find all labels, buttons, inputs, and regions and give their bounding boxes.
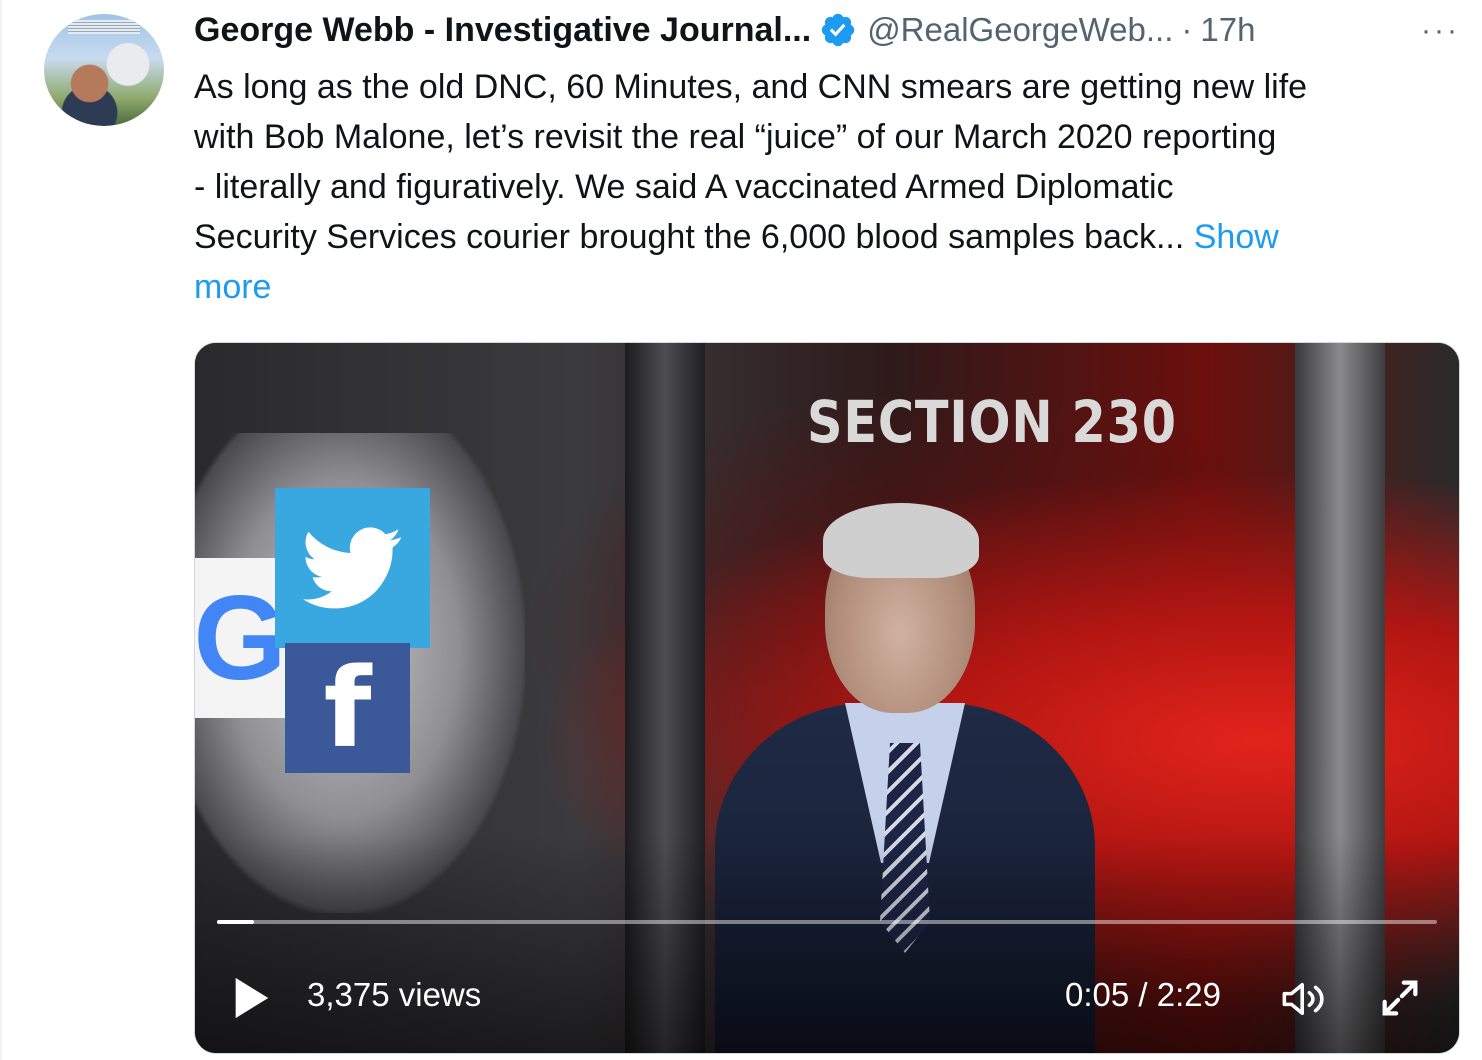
tweet-header: George Webb - Investigative Journal... @… xyxy=(194,8,1255,52)
more-icon[interactable]: ··· xyxy=(1421,14,1460,48)
display-name[interactable]: George Webb - Investigative Journal... xyxy=(194,11,811,50)
tweet-text-line: Security Services courier brought the 6,… xyxy=(194,212,1454,262)
volume-icon[interactable] xyxy=(1279,977,1329,1021)
view-count: 3,375 views xyxy=(307,976,482,1013)
tweet-timestamp[interactable]: 17h xyxy=(1200,11,1255,49)
video-progress-fill xyxy=(217,920,254,924)
facebook-logo-icon: f xyxy=(285,643,410,773)
video-timecode: 0:05 / 2:29 xyxy=(1065,976,1221,1013)
tweet-text-fragment: Security Services courier brought the 6,… xyxy=(194,218,1194,256)
fullscreen-icon[interactable] xyxy=(1377,975,1423,1021)
tweet-text-line: As long as the old DNC, 60 Minutes, and … xyxy=(194,68,1308,106)
twitter-logo-icon xyxy=(275,488,430,648)
avatar[interactable] xyxy=(44,14,164,126)
controls-shade xyxy=(195,833,1459,1053)
play-icon[interactable] xyxy=(231,975,271,1021)
separator-dot: · xyxy=(1181,11,1193,48)
video-overlay-title: SECTION 230 xyxy=(807,388,1177,456)
news-anchor-hair xyxy=(823,503,979,578)
user-handle[interactable]: @RealGeorgeWeb... xyxy=(867,11,1173,49)
tweet-text: As long as the old DNC, 60 Minutes, and … xyxy=(194,62,1454,312)
google-logo-icon: G xyxy=(195,558,287,718)
avatar-caption-overlay xyxy=(68,20,140,34)
show-more-link-continued[interactable]: more xyxy=(194,262,1454,312)
show-more-link[interactable]: Show xyxy=(1194,218,1279,256)
video-player[interactable]: G f SECTION 230 3,375 views 0:05 / 2:29 xyxy=(194,342,1460,1054)
timeline-border xyxy=(0,0,2,1060)
tweet-text-line: - literally and figuratively. We said A … xyxy=(194,168,1174,206)
verified-badge-icon[interactable] xyxy=(819,11,857,49)
tweet-text-line: with Bob Malone, let’s revisit the real … xyxy=(194,118,1277,156)
video-progress-bar[interactable] xyxy=(217,920,1437,924)
